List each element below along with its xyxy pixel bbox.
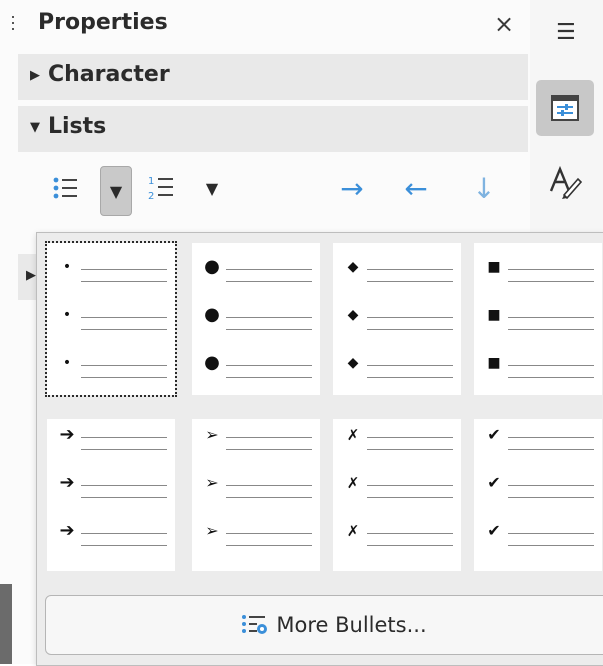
preview-row: ➢: [192, 425, 320, 450]
svg-text:2: 2: [148, 191, 154, 202]
close-icon[interactable]: ×: [494, 10, 514, 38]
bullet-symbol: ■: [487, 355, 501, 371]
panel-title-bar: Properties ×: [0, 0, 530, 50]
panel-title: Properties: [38, 10, 168, 35]
preview-row: ✔: [474, 425, 602, 450]
move-down-button[interactable]: ↓: [464, 170, 504, 206]
bullet-symbol: ✔: [487, 521, 501, 540]
promote-arrow-icon: ←: [404, 171, 428, 205]
bullet-symbol: ✗: [346, 522, 360, 540]
bullet-symbol: ➔: [59, 424, 75, 445]
bullet-symbol: •: [62, 307, 72, 323]
bullet-style-cell[interactable]: ■ ■ ■: [474, 243, 602, 395]
demote-button[interactable]: →: [330, 170, 374, 206]
dropdown-arrow-icon: ▼: [205, 178, 219, 198]
bullet-symbol: ✗: [346, 474, 360, 492]
expand-triangle-icon: ▶: [26, 268, 36, 283]
preview-row: ◆: [333, 355, 461, 378]
section-lists[interactable]: ▼ Lists: [18, 106, 528, 152]
bullet-symbol: ◆: [347, 355, 359, 371]
bullet-symbol: ➔: [59, 472, 75, 493]
unordered-list-button[interactable]: [48, 170, 84, 206]
preview-row: ■: [474, 355, 602, 378]
bullet-symbol: ◆: [347, 259, 359, 275]
preview-row: ◆: [333, 307, 461, 330]
bullet-symbol: •: [62, 355, 72, 371]
promote-button[interactable]: ←: [394, 170, 438, 206]
more-bullets-label: More Bullets...: [276, 613, 427, 637]
ordered-list-button[interactable]: 1 2: [144, 170, 180, 206]
bullet-style-dropdown-button[interactable]: ▼: [100, 166, 132, 216]
drag-grip-icon[interactable]: [12, 16, 15, 36]
preview-row: ✗: [333, 522, 461, 546]
bullet-style-cell[interactable]: ✗ ✗ ✗: [333, 419, 461, 571]
bullet-style-cell[interactable]: ✔ ✔ ✔: [474, 419, 602, 571]
section-lists-label: Lists: [48, 114, 107, 139]
bullet-symbol: ●: [204, 256, 220, 277]
lists-toolbar: ▼ 1 2 ▼ → ← ↓: [0, 160, 530, 220]
preview-row: ◆: [333, 259, 461, 282]
section-character[interactable]: ▶ Character: [18, 54, 528, 100]
preview-row: ✗: [333, 474, 461, 498]
preview-row: ➔: [47, 472, 175, 498]
styles-deck-button[interactable]: [548, 165, 583, 203]
preview-row: ➢: [192, 521, 320, 546]
bullets-settings-icon: [242, 615, 268, 634]
dropdown-arrow-icon: ▼: [109, 181, 123, 201]
properties-deck-button[interactable]: [536, 80, 594, 136]
numbering-style-dropdown-button[interactable]: ▼: [198, 170, 226, 206]
bullet-symbol: ➢: [205, 425, 219, 444]
preview-row: •: [47, 355, 175, 378]
unordered-list-icon: [53, 177, 77, 199]
bullet-symbol: ●: [204, 304, 220, 325]
preview-row: •: [47, 307, 175, 330]
bullet-style-cell[interactable]: ◆ ◆ ◆: [333, 243, 461, 395]
bullet-symbol: ✔: [487, 425, 501, 444]
bullet-symbol: ✗: [346, 426, 360, 444]
demote-arrow-icon: →: [340, 171, 364, 205]
svg-text:1: 1: [148, 176, 154, 187]
bullet-symbol: ➔: [59, 520, 75, 541]
section-character-label: Character: [48, 62, 170, 87]
more-bullets-button[interactable]: More Bullets...: [45, 595, 603, 655]
move-down-arrow-icon: ↓: [472, 171, 496, 205]
properties-deck-icon: [551, 95, 579, 121]
bullet-style-cell[interactable]: • • •: [45, 241, 177, 397]
bullet-symbol: •: [62, 259, 72, 275]
bullet-style-cell[interactable]: ➔ ➔ ➔: [47, 419, 175, 571]
bullet-symbol: ➢: [205, 521, 219, 540]
preview-row: ➔: [47, 520, 175, 546]
preview-row: ✔: [474, 473, 602, 498]
ordered-list-icon: 1 2: [148, 176, 173, 202]
bullet-symbol: ●: [204, 352, 220, 373]
preview-row: ✗: [333, 426, 461, 450]
preview-row: ➔: [47, 424, 175, 450]
bullets-dropdown-popup: • • • ● ● ● ◆ ◆ ◆ ■ ■ ■ ➔ ➔ ➔ ➢ ➢ ➢ ✗ ✗ …: [36, 232, 603, 666]
bullet-symbol: ■: [487, 259, 501, 275]
preview-row: ■: [474, 259, 602, 282]
hamburger-menu-icon[interactable]: ☰: [556, 20, 576, 45]
preview-row: ●: [192, 256, 320, 282]
preview-row: ●: [192, 304, 320, 330]
bullet-symbol: ◆: [347, 307, 359, 323]
bullet-symbol: ✔: [487, 473, 501, 492]
bullet-style-grid: • • • ● ● ● ◆ ◆ ◆ ■ ■ ■ ➔ ➔ ➔ ➢ ➢ ➢ ✗ ✗ …: [45, 241, 603, 583]
bullet-symbol: ■: [487, 307, 501, 323]
bullet-symbol: ➢: [205, 473, 219, 492]
bullet-style-cell[interactable]: ➢ ➢ ➢: [192, 419, 320, 571]
preview-row: •: [47, 259, 175, 282]
preview-row: ●: [192, 352, 320, 378]
window-edge-bar: [0, 584, 12, 664]
preview-row: ➢: [192, 473, 320, 498]
bullet-style-cell[interactable]: ● ● ●: [192, 243, 320, 395]
preview-row: ✔: [474, 521, 602, 546]
collapse-triangle-icon: ▼: [30, 120, 40, 135]
expand-triangle-icon: ▶: [30, 68, 40, 83]
preview-row: ■: [474, 307, 602, 330]
styles-deck-icon: [549, 165, 583, 200]
